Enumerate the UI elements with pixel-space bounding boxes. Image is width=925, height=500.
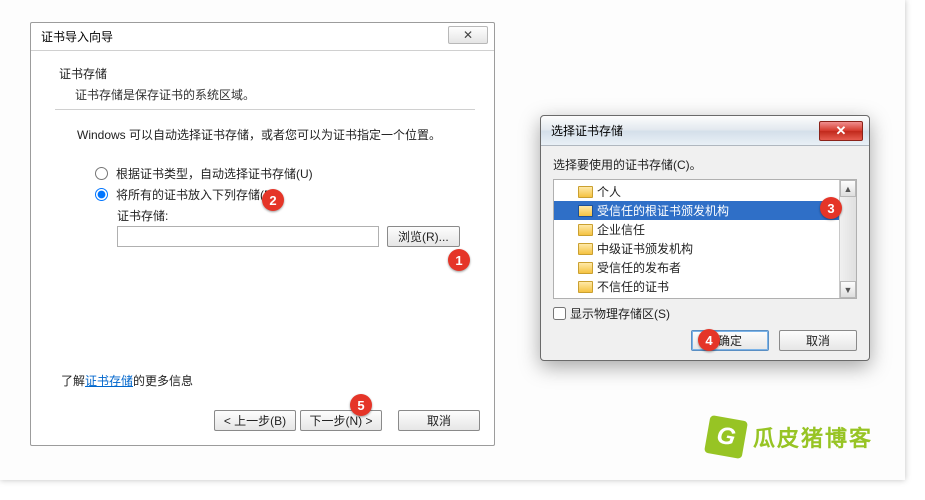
close-icon: ✕ xyxy=(463,28,473,42)
radio-auto-input[interactable] xyxy=(95,167,108,180)
tree-item-label: 中级证书颁发机构 xyxy=(597,240,693,257)
learn-suffix: 的更多信息 xyxy=(133,374,193,388)
folder-icon xyxy=(578,243,593,255)
folder-icon xyxy=(578,186,593,198)
radio-auto-label: 根据证书类型，自动选择证书存储(U) xyxy=(116,165,313,182)
section-title: 证书存储 xyxy=(59,65,466,82)
store-path-row: 浏览(R)... xyxy=(117,226,466,247)
learn-more-line: 了解证书存储的更多信息 xyxy=(61,372,193,389)
cert-store-tree[interactable]: 个人受信任的根证书颁发机构企业信任中级证书颁发机构受信任的发布者不信任的证书 ▲… xyxy=(553,179,857,299)
cancel-button[interactable]: 取消 xyxy=(398,410,480,431)
folder-icon xyxy=(578,224,593,236)
show-physical-checkbox[interactable]: 显示物理存储区(S) xyxy=(553,305,857,322)
tree-item-label: 个人 xyxy=(597,183,621,200)
scroll-up-icon[interactable]: ▲ xyxy=(840,180,856,197)
divider xyxy=(55,109,475,110)
wizard-footer: < 上一步(B) 下一步(N) > 取消 xyxy=(214,410,480,431)
tree-item[interactable]: 受信任的发布者 xyxy=(554,258,856,277)
select-cert-store-dialog: 选择证书存储 ✕ 选择要使用的证书存储(C)。 个人受信任的根证书颁发机构企业信… xyxy=(540,115,870,361)
tree-item-label: 企业信任 xyxy=(597,221,645,238)
brand-logo: G 瓜皮猪博客 xyxy=(707,418,873,456)
picker-close-button[interactable]: ✕ xyxy=(819,121,863,141)
back-button[interactable]: < 上一步(B) xyxy=(214,410,296,431)
section-subtitle: 证书存储是保存证书的系统区域。 xyxy=(75,86,466,103)
callout-badge-3: 3 xyxy=(820,197,842,219)
tree-item[interactable]: 个人 xyxy=(554,182,856,201)
show-physical-input[interactable] xyxy=(553,307,566,320)
picker-titlebar[interactable]: 选择证书存储 ✕ xyxy=(541,116,869,146)
radio-manual-input[interactable] xyxy=(95,188,108,201)
close-button[interactable]: ✕ xyxy=(448,26,488,44)
picker-title: 选择证书存储 xyxy=(551,122,623,139)
scrollbar[interactable]: ▲ ▼ xyxy=(839,180,856,298)
next-button[interactable]: 下一步(N) > xyxy=(300,410,382,431)
close-icon: ✕ xyxy=(836,123,847,139)
learn-more-link[interactable]: 证书存储 xyxy=(85,374,133,388)
browse-button[interactable]: 浏览(R)... xyxy=(387,226,460,247)
radio-auto-select[interactable]: 根据证书类型，自动选择证书存储(U) xyxy=(95,165,466,182)
cert-import-wizard-dialog: 证书导入向导 ✕ 证书存储 证书存储是保存证书的系统区域。 Windows 可以… xyxy=(30,22,495,446)
show-physical-label: 显示物理存储区(S) xyxy=(570,305,670,322)
tree-item-label: 不信任的证书 xyxy=(597,278,669,295)
screenshot-canvas: 证书导入向导 ✕ 证书存储 证书存储是保存证书的系统区域。 Windows 可以… xyxy=(0,0,905,480)
tree-item[interactable]: 企业信任 xyxy=(554,220,856,239)
radio-manual-label: 将所有的证书放入下列存储(P) xyxy=(116,186,276,203)
wizard-title: 证书导入向导 xyxy=(41,28,113,45)
brand-name: 瓜皮猪博客 xyxy=(753,421,873,453)
store-path-label: 证书存储: xyxy=(117,207,466,224)
tree-item[interactable]: 受信任的根证书颁发机构 xyxy=(554,201,856,220)
tree-item[interactable]: 不信任的证书 xyxy=(554,277,856,296)
store-path-input[interactable] xyxy=(117,226,379,247)
picker-prompt: 选择要使用的证书存储(C)。 xyxy=(553,156,857,173)
scroll-down-icon[interactable]: ▼ xyxy=(840,281,856,298)
tree-item-label: 受信任的根证书颁发机构 xyxy=(597,202,729,219)
picker-cancel-button[interactable]: 取消 xyxy=(779,330,857,351)
wizard-body: 证书存储 证书存储是保存证书的系统区域。 Windows 可以自动选择证书存储，… xyxy=(31,51,494,247)
folder-icon xyxy=(578,281,593,293)
brand-mark-icon: G xyxy=(704,415,748,459)
callout-badge-4: 4 xyxy=(698,329,720,351)
wizard-titlebar[interactable]: 证书导入向导 ✕ xyxy=(31,23,494,51)
callout-badge-5: 5 xyxy=(350,394,372,416)
callout-badge-2: 2 xyxy=(262,189,284,211)
info-text: Windows 可以自动选择证书存储，或者您可以为证书指定一个位置。 xyxy=(77,126,466,143)
callout-badge-1: 1 xyxy=(448,249,470,271)
tree-item-label: 受信任的发布者 xyxy=(597,259,681,276)
tree-item[interactable]: 中级证书颁发机构 xyxy=(554,239,856,258)
folder-icon xyxy=(578,205,593,217)
learn-prefix: 了解 xyxy=(61,374,85,388)
folder-icon xyxy=(578,262,593,274)
